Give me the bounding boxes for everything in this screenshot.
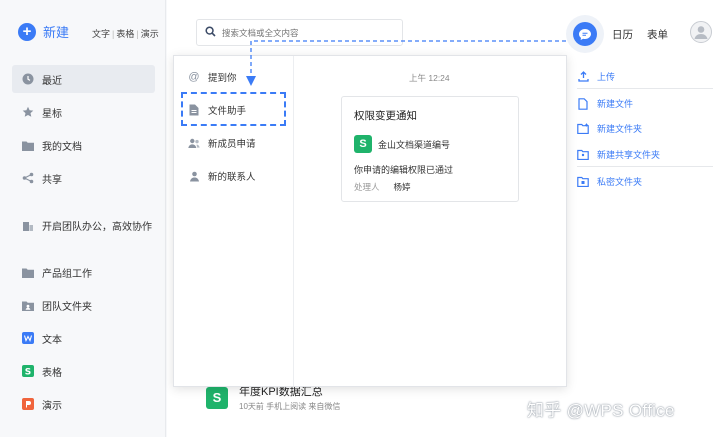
- team-building-icon: [22, 219, 34, 231]
- sidebar-item-presentation[interactable]: 演示: [12, 390, 155, 418]
- doc-meta: 10天前 手机上阅读 来自微信: [239, 402, 341, 411]
- sidebar-item-recent[interactable]: 最近: [12, 65, 155, 93]
- card-handler: 处理人 杨婷: [354, 181, 411, 193]
- upload-button[interactable]: 上传: [577, 70, 615, 83]
- sidebar-item-label: 演示: [42, 400, 62, 412]
- card-source-name: 金山文档渠道编号: [378, 139, 451, 150]
- search-input[interactable]: [222, 27, 392, 38]
- sidebar-item-label: 表格: [42, 367, 62, 379]
- presentation-icon: [22, 398, 34, 410]
- private-folder-label: 私密文件夹: [597, 177, 643, 187]
- category-mentions[interactable]: @ 提到你: [188, 70, 237, 84]
- highlight-box: [181, 92, 286, 126]
- new-file-icon: [577, 97, 589, 110]
- sidebar-item-label: 团队文件夹: [42, 301, 92, 313]
- message-button[interactable]: [566, 15, 604, 53]
- sidebar-item-label: 产品组工作: [42, 268, 92, 280]
- message-popup: @ 提到你 文件助手 新成员申请 新的联系人 上午 12:24 权限变更通知 S: [173, 55, 567, 387]
- clock-icon: [22, 73, 34, 85]
- folder-icon: [22, 139, 34, 151]
- message-icon: [573, 22, 597, 46]
- sidebar-item-label: 开启团队办公，高效协作: [42, 221, 152, 233]
- member-request-icon: [188, 137, 200, 149]
- new-folder-button[interactable]: 新建文件夹: [577, 122, 642, 135]
- new-file-button[interactable]: 新建文件: [577, 97, 633, 110]
- quick-link-spreadsheet[interactable]: 表格: [116, 27, 134, 40]
- star-icon: [22, 106, 34, 118]
- avatar[interactable]: [690, 21, 712, 43]
- recent-doc-row[interactable]: S 年度KPI数据汇总 10天前 手机上阅读 来自微信: [206, 383, 340, 412]
- sidebar-item-text[interactable]: 文本: [12, 324, 155, 352]
- spreadsheet-icon: S: [354, 135, 372, 153]
- category-member-requests[interactable]: 新成员申请: [188, 136, 256, 150]
- plus-icon: +: [18, 22, 36, 41]
- search-box[interactable]: [196, 19, 403, 46]
- divider: [577, 88, 713, 89]
- at-icon: @: [188, 71, 200, 83]
- sidebar-item-shared[interactable]: 共享: [12, 164, 155, 192]
- spreadsheet-icon: S: [22, 365, 34, 377]
- card-title: 权限变更通知: [354, 110, 417, 122]
- sidebar-item-label: 最近: [42, 75, 62, 87]
- category-label: 提到你: [208, 73, 237, 84]
- separator: |: [136, 28, 139, 39]
- sidebar-item-label: 共享: [42, 174, 62, 186]
- new-label: 新建: [43, 25, 70, 40]
- spreadsheet-icon: S: [206, 386, 228, 409]
- sidebar-item-label: 我的文档: [42, 141, 82, 153]
- form-link[interactable]: 表单: [647, 27, 668, 42]
- card-source: S 金山文档渠道编号: [354, 135, 450, 153]
- calendar-link[interactable]: 日历: [612, 27, 633, 42]
- quick-create-links: 文字 | 表格 | 演示: [92, 27, 159, 40]
- card-message: 你申请的编辑权限已通过: [354, 165, 454, 175]
- private-folder-button[interactable]: 私密文件夹: [577, 175, 642, 188]
- quick-link-writer[interactable]: 文字: [92, 27, 110, 40]
- sidebar-item-label: 文本: [42, 334, 62, 346]
- category-label: 新成员申请: [208, 139, 256, 150]
- team-folder-icon: [22, 299, 34, 311]
- sidebar-item-team-folder[interactable]: 团队文件夹: [12, 291, 155, 319]
- svg-text:S: S: [25, 367, 31, 377]
- upload-icon: [577, 71, 589, 83]
- new-shared-folder-button[interactable]: 新建共享文件夹: [577, 148, 660, 161]
- new-button[interactable]: + 新建: [18, 22, 69, 41]
- category-label: 新的联系人: [208, 172, 256, 183]
- writer-icon: [22, 332, 34, 344]
- divider: [577, 166, 713, 167]
- watermark: 知乎 @WPS Office: [527, 401, 675, 420]
- new-file-label: 新建文件: [597, 99, 634, 109]
- shared-folder-icon: [577, 149, 589, 161]
- notification-card[interactable]: 权限变更通知 S 金山文档渠道编号 你申请的编辑权限已通过 处理人 杨婷: [341, 96, 519, 202]
- left-sidebar: + 新建 文字 | 表格 | 演示 最近 星标 我的文档 共享 开启团队办公，高…: [0, 0, 166, 437]
- new-folder-label: 新建文件夹: [597, 124, 643, 134]
- upload-label: 上传: [597, 72, 616, 82]
- contact-icon: [188, 170, 200, 182]
- private-folder-icon: [577, 176, 589, 188]
- message-time: 上午 12:24: [409, 73, 450, 83]
- share-icon: [22, 172, 34, 184]
- message-category-list: @ 提到你 文件助手 新成员申请 新的联系人: [174, 56, 294, 386]
- sidebar-item-team-promo[interactable]: 开启团队办公，高效协作: [12, 211, 155, 239]
- handler-value: 杨婷: [393, 182, 411, 192]
- handler-label: 处理人: [354, 182, 380, 192]
- sidebar-item-starred[interactable]: 星标: [12, 98, 155, 126]
- category-new-contacts[interactable]: 新的联系人: [188, 169, 256, 183]
- folder-icon: [22, 266, 34, 278]
- new-shared-folder-label: 新建共享文件夹: [597, 150, 661, 160]
- new-folder-icon: [577, 123, 589, 135]
- separator: |: [112, 28, 115, 39]
- sidebar-item-spreadsheet[interactable]: S 表格: [12, 357, 155, 385]
- sidebar-item-my-docs[interactable]: 我的文档: [12, 131, 155, 159]
- sidebar-item-product-group[interactable]: 产品组工作: [12, 258, 155, 286]
- search-icon: [205, 25, 216, 40]
- sidebar-item-label: 星标: [42, 108, 62, 120]
- quick-link-presentation[interactable]: 演示: [141, 27, 159, 40]
